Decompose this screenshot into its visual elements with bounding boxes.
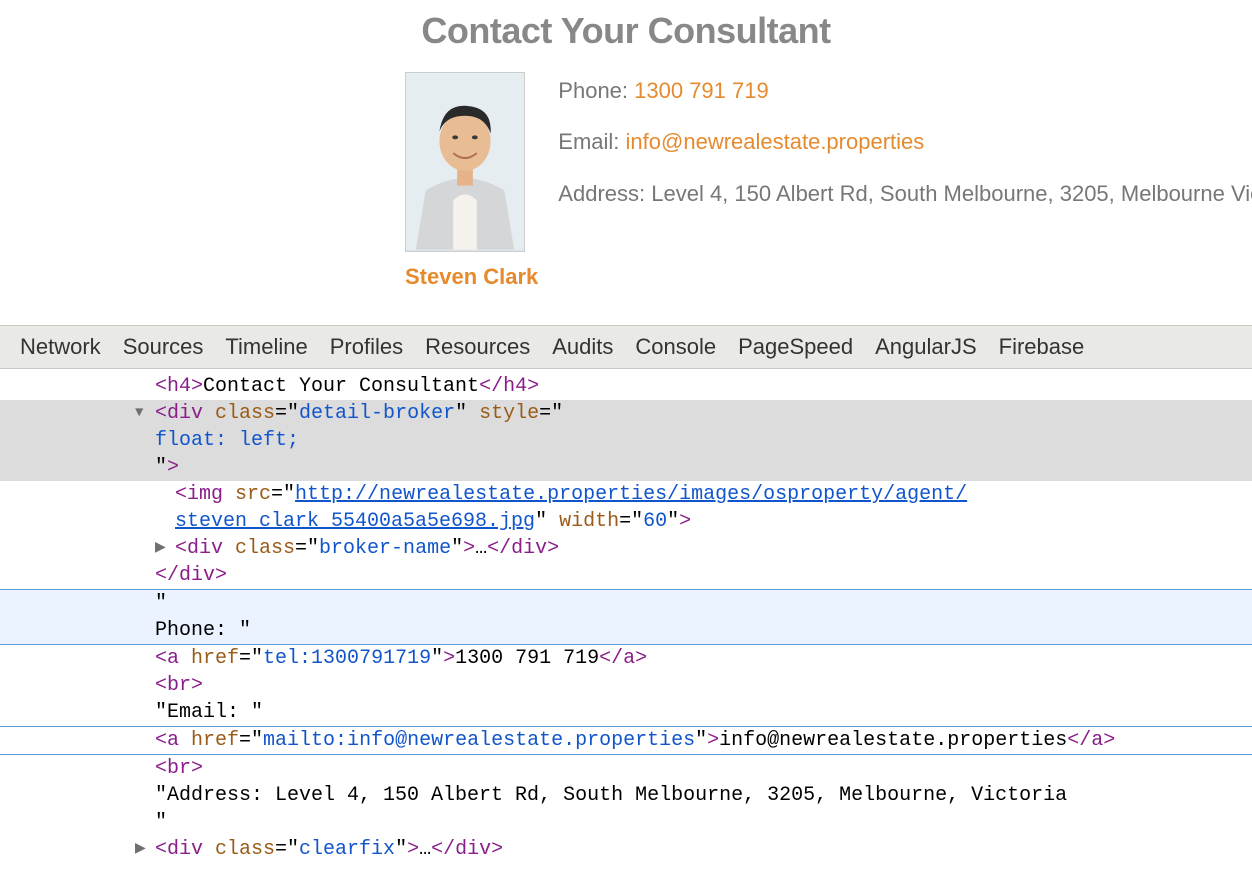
dom-node-div-close[interactable]: </div> [0, 562, 1252, 589]
broker-card: Steven Clark [405, 72, 538, 295]
dom-node-detail-broker[interactable]: ▼ <div class="detail-broker" style=" flo… [0, 400, 1252, 481]
email-link[interactable]: info@newrealestate.properties [626, 129, 925, 154]
tab-console[interactable]: Console [635, 334, 716, 360]
address-label: Address: [558, 181, 651, 206]
dom-node-clearfix[interactable]: ▶ <div class="clearfix">…</div> [0, 836, 1252, 863]
dom-node-br2[interactable]: <br> [0, 755, 1252, 782]
dom-node-a-mailto[interactable]: <a href="mailto:info@newrealestate.prope… [0, 727, 1252, 754]
consultant-block: Steven Clark Phone: 1300 791 719 Email: … [405, 72, 1252, 295]
dom-node-h4[interactable]: <h4>Contact Your Consultant</h4> [0, 373, 1252, 400]
dom-node-br1[interactable]: <br> [0, 672, 1252, 699]
page-preview: Contact Your Consultant [0, 10, 1252, 325]
dom-node-a-tel[interactable]: <a href="tel:1300791719">1300 791 719</a… [0, 645, 1252, 672]
tab-audits[interactable]: Audits [552, 334, 613, 360]
page-title: Contact Your Consultant [0, 10, 1252, 52]
tab-pagespeed[interactable]: PageSpeed [738, 334, 853, 360]
dom-text-phone[interactable]: " Phone: " [0, 589, 1252, 645]
tab-timeline[interactable]: Timeline [225, 334, 307, 360]
address-value: Level 4, 150 Albert Rd, South Melbourne,… [651, 181, 1252, 206]
tab-profiles[interactable]: Profiles [330, 334, 403, 360]
broker-name[interactable]: Steven Clark [405, 258, 538, 295]
tab-firebase[interactable]: Firebase [999, 334, 1085, 360]
tab-network[interactable]: Network [20, 334, 101, 360]
devtools-tabbar: Network Sources Timeline Profiles Resour… [0, 325, 1252, 369]
disclosure-triangle-icon[interactable]: ▶ [155, 539, 166, 558]
dom-text-address-q[interactable]: " [0, 809, 1252, 836]
dom-text-address[interactable]: "Address: Level 4, 150 Albert Rd, South … [0, 782, 1252, 809]
dom-node-img[interactable]: <img src="http://newrealestate.propertie… [0, 481, 1252, 508]
tab-resources[interactable]: Resources [425, 334, 530, 360]
dom-node-img-cont[interactable]: steven_clark_55400a5a5e698.jpg" width="6… [0, 508, 1252, 535]
tab-sources[interactable]: Sources [123, 334, 204, 360]
email-label: Email: [558, 129, 625, 154]
disclosure-triangle-icon[interactable]: ▶ [135, 840, 146, 859]
disclosure-triangle-icon[interactable]: ▼ [135, 404, 143, 423]
broker-photo [405, 72, 525, 252]
tab-angularjs[interactable]: AngularJS [875, 334, 977, 360]
phone-link[interactable]: 1300 791 719 [634, 78, 769, 103]
dom-node-broker-name[interactable]: ▶ <div class="broker-name">…</div> [0, 535, 1252, 562]
dom-text-email[interactable]: "Email: " [0, 699, 1252, 726]
phone-label: Phone: [558, 78, 634, 103]
elements-panel[interactable]: <h4>Contact Your Consultant</h4> ▼ <div … [0, 369, 1252, 883]
